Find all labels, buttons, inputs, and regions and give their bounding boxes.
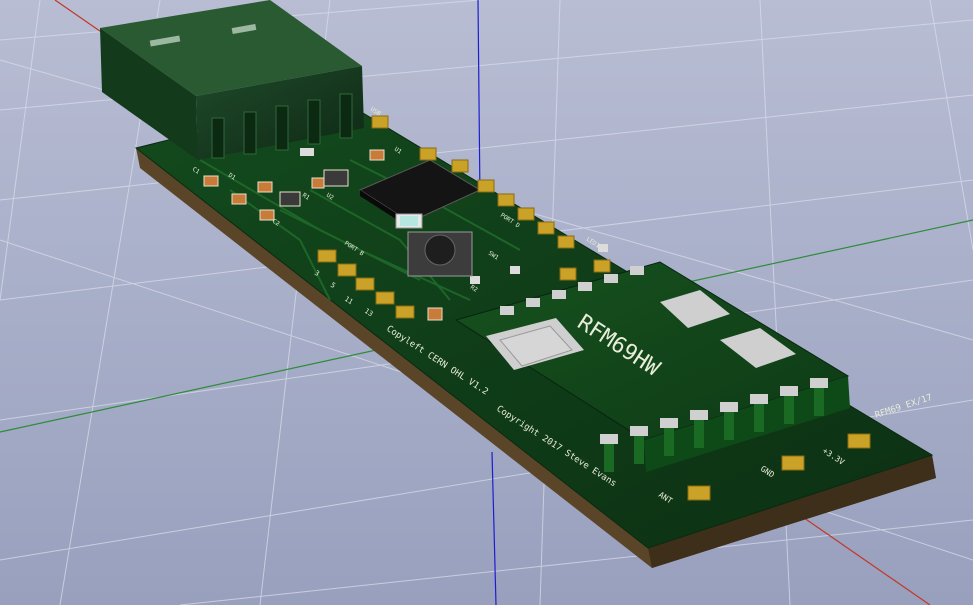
reset-button[interactable]: [407, 231, 473, 277]
status-led: [395, 213, 423, 229]
pcb-3d-scene[interactable]: RFM69HW Copyright 2017 Steve Evans Copyl…: [0, 0, 973, 605]
3d-viewer-canvas[interactable]: RFM69HW Copyright 2017 Steve Evans Copyl…: [0, 0, 973, 605]
